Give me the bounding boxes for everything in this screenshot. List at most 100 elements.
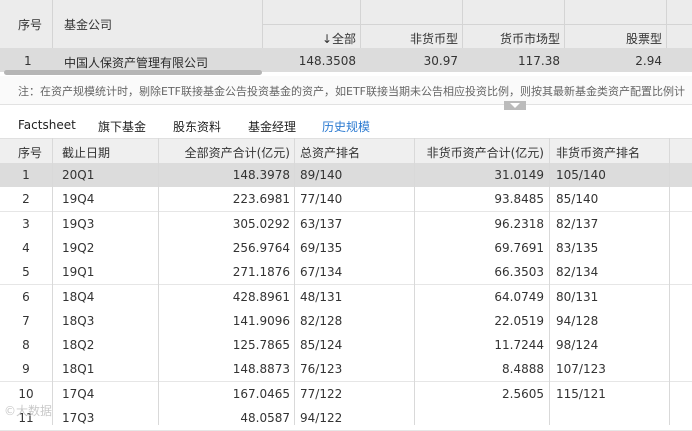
summary-row-index: 1 — [24, 54, 32, 68]
cell-non-monetary-assets: 22.0519 — [494, 313, 544, 328]
summary-header-index: 序号 — [18, 18, 43, 32]
summary-header-equity[interactable]: 股票型 — [564, 30, 662, 47]
column-divider — [414, 138, 415, 425]
table-row[interactable]: 8 18Q2 125.7865 85/124 11.7244 98/124 — [0, 333, 692, 359]
note-bar: 注：在资产规模统计时，剔除ETF联接基金公告投资基金的资产，如ETF联接当期未公… — [0, 76, 692, 105]
summary-header-non-monetary[interactable]: 非货币型 — [360, 30, 458, 47]
summary-row-non-monetary: 30.97 — [423, 54, 458, 68]
summary-table-header: 序号 基金公司 ↓全部 非货币型 货币市场型 股票型 — [0, 0, 692, 48]
table-row[interactable]: 1 20Q1 148.3978 89/140 31.0149 105/140 — [0, 163, 692, 188]
cell-non-monetary-assets: 8.4888 — [502, 362, 544, 377]
cell-date: 18Q3 — [62, 313, 95, 328]
cell-total-rank: 76/123 — [300, 362, 343, 377]
watermark: ©大数据 — [4, 404, 53, 418]
cell-non-monetary-rank: 107/123 — [556, 362, 606, 377]
table-row[interactable]: 5 19Q1 271.1876 67/134 66.3503 82/134 — [0, 260, 692, 286]
column-divider — [52, 138, 53, 425]
cell-non-monetary-assets: 93.8485 — [494, 192, 544, 207]
header-non-monetary-rank[interactable]: 非货币资产排名 — [556, 144, 640, 161]
header-total-assets[interactable]: 全部资产合计(亿元) — [158, 144, 290, 161]
column-divider — [669, 138, 670, 425]
cell-date: 20Q1 — [62, 168, 95, 182]
cell-non-monetary-rank: 85/140 — [556, 192, 599, 207]
cell-non-monetary-rank: 105/140 — [556, 168, 606, 182]
summary-header-company: 基金公司 — [64, 18, 113, 32]
cell-total-rank: 94/122 — [300, 411, 343, 425]
cell-total-assets: 125.7865 — [232, 338, 290, 353]
cell-total-rank: 48/131 — [300, 289, 343, 304]
cell-index: 3 — [22, 216, 30, 231]
summary-header-money-market[interactable]: 货币市场型 — [462, 30, 560, 47]
cell-total-rank: 85/124 — [300, 338, 343, 353]
cell-date: 18Q2 — [62, 338, 95, 353]
table-row[interactable]: 9 18Q1 148.8873 76/123 8.4888 107/123 — [0, 357, 692, 383]
cell-non-monetary-rank: 94/128 — [556, 313, 599, 328]
summary-row-equity: 2.94 — [635, 54, 662, 68]
tab-factsheet[interactable]: Factsheet — [18, 118, 76, 132]
header-total-rank[interactable]: 总资产排名 — [300, 144, 360, 161]
cell-total-assets: 271.1876 — [232, 265, 290, 280]
cell-non-monetary-assets: 69.7691 — [494, 240, 544, 255]
cell-non-monetary-assets: 2.5605 — [502, 386, 544, 401]
horizontal-scrollbar[interactable] — [4, 70, 262, 75]
table-row[interactable]: 4 19Q2 256.9764 69/135 69.7691 83/135 — [0, 235, 692, 261]
summary-header-total-sort[interactable]: ↓全部 — [262, 30, 356, 47]
cell-date: 18Q4 — [62, 289, 95, 304]
cell-index: 1 — [22, 168, 30, 182]
cell-total-assets: 148.8873 — [232, 362, 290, 377]
tab-shareholders[interactable]: 股东资料 — [173, 118, 221, 135]
cell-non-monetary-rank: 82/137 — [556, 216, 599, 231]
cell-index: 10 — [18, 386, 34, 401]
table-row[interactable]: 2 19Q4 223.6981 77/140 93.8485 85/140 — [0, 187, 692, 213]
history-table: 序号 截止日期 全部资产合计(亿元) 总资产排名 非货币资产合计(亿元) 非货币… — [0, 138, 692, 431]
cell-date: 19Q2 — [62, 240, 95, 255]
cell-index: 6 — [22, 289, 30, 304]
cell-index: 7 — [22, 313, 30, 328]
cell-total-assets: 256.9764 — [232, 240, 290, 255]
table-row[interactable]: 11 17Q3 48.0587 94/122 — [0, 406, 692, 431]
cell-non-monetary-rank: 98/124 — [556, 338, 599, 353]
summary-row-total: 148.3508 — [298, 54, 356, 68]
tab-funds[interactable]: 旗下基金 — [98, 118, 146, 135]
cell-non-monetary-assets: 96.2318 — [494, 216, 544, 231]
cell-index: 5 — [22, 265, 30, 280]
cell-total-rank: 63/137 — [300, 216, 343, 231]
column-divider — [294, 138, 295, 425]
history-table-header: 序号 截止日期 全部资产合计(亿元) 总资产排名 非货币资产合计(亿元) 非货币… — [0, 138, 692, 164]
tab-fund-managers[interactable]: 基金经理 — [248, 118, 296, 135]
cell-non-monetary-assets: 64.0749 — [494, 289, 544, 304]
cell-non-monetary-assets: 31.0149 — [494, 168, 544, 182]
cell-non-monetary-rank: 83/135 — [556, 240, 599, 255]
cell-non-monetary-assets: 66.3503 — [494, 265, 544, 280]
cell-total-assets: 148.3978 — [232, 168, 290, 182]
column-divider — [549, 138, 550, 425]
table-row[interactable]: 3 19Q3 305.0292 63/137 96.2318 82/137 — [0, 211, 692, 237]
summary-row-money-market: 117.38 — [518, 54, 560, 68]
cell-total-rank: 69/135 — [300, 240, 343, 255]
cell-total-rank: 77/140 — [300, 192, 343, 207]
table-row[interactable]: 7 18Q3 141.9096 82/128 22.0519 94/128 — [0, 308, 692, 334]
header-non-monetary-assets[interactable]: 非货币资产合计(亿元) — [414, 144, 544, 161]
cell-date: 17Q3 — [62, 411, 95, 425]
cell-non-monetary-rank: 80/131 — [556, 289, 599, 304]
cell-total-assets: 167.0465 — [232, 386, 290, 401]
header-index: 序号 — [18, 146, 43, 160]
cell-index: 2 — [22, 192, 30, 207]
cell-date: 19Q3 — [62, 216, 95, 231]
cell-total-rank: 82/128 — [300, 313, 343, 328]
cell-date: 19Q4 — [62, 192, 95, 207]
cell-total-rank: 67/134 — [300, 265, 343, 280]
column-divider — [158, 138, 159, 425]
cell-non-monetary-assets: 11.7244 — [494, 338, 544, 353]
cell-date: 19Q1 — [62, 265, 95, 280]
cell-total-assets: 223.6981 — [232, 192, 290, 207]
cell-total-assets: 48.0587 — [240, 411, 290, 425]
cell-date: 17Q4 — [62, 386, 95, 401]
table-row[interactable]: 10 17Q4 167.0465 77/122 2.5605 115/121 — [0, 381, 692, 407]
header-date[interactable]: 截止日期 — [62, 144, 110, 161]
cell-non-monetary-rank: 82/134 — [556, 265, 599, 280]
cell-non-monetary-rank: 115/121 — [556, 386, 606, 401]
tab-history-scale[interactable]: 历史规模 — [322, 118, 370, 135]
collapse-toggle[interactable] — [504, 101, 526, 110]
table-row[interactable]: 6 18Q4 428.8961 48/131 64.0749 80/131 — [0, 284, 692, 310]
